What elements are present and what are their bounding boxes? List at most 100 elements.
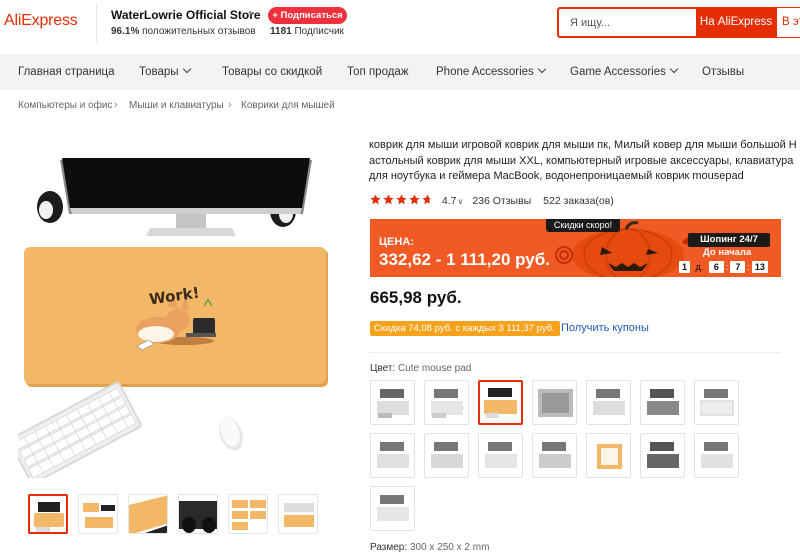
nav-game-accessories-label: Game Accessories [570,66,666,78]
color-value: Cute mouse pad [397,363,472,374]
half-star-icon [422,194,433,205]
thumbnail-3[interactable] [128,494,168,534]
color-swatch[interactable] [370,486,415,531]
subscribers-number: 1181 [270,26,292,37]
product-main-image[interactable]: Work! [8,128,348,485]
color-swatch[interactable] [370,433,415,478]
product-price: 665,98 руб. [370,288,462,307]
countdown: 1 д. 6:7:13 [679,261,768,273]
color-swatch[interactable] [640,433,685,478]
swatch-image [377,389,409,418]
get-coupons-link[interactable]: Получить купоны [561,321,649,336]
promo-price-range: 332,62 - 1 111,20 руб. [379,250,550,269]
positive-text: положительных отзывов [142,26,256,37]
nav-reviews-label: Отзывы [702,66,745,78]
nav-discounted[interactable]: Товары со скидкой [222,54,322,90]
star-icon [383,194,394,205]
star-icon [409,194,420,205]
countdown-seconds: 13 [751,261,768,273]
subscribe-button[interactable]: + Подписаться [268,7,347,24]
breadcrumb-mice-keyboards[interactable]: Мыши и клавиатуры [129,100,224,111]
nav-home-label: Главная страница [18,66,115,78]
product-title: коврик для мыши игровой коврик для мыши … [369,139,797,182]
thumbnail-image [83,503,115,528]
color-swatch[interactable] [586,380,631,425]
thumbnail-image [232,500,266,530]
search-in-store-button[interactable]: В этом [776,7,800,38]
nav-top-sales[interactable]: Топ продаж [347,54,409,90]
nav-top-sales-label: Топ продаж [347,66,409,78]
swatch-image [377,442,409,468]
rating-chevron-down-icon[interactable]: ∨ [458,197,464,206]
store-info-chevron-icon[interactable]: ● [248,8,253,17]
color-swatch-selected[interactable] [478,380,523,425]
discount-badge: Скидка 74,08 руб. с каждых 3 111,37 руб. [370,321,560,336]
store-nav: Главная страница Товары Товары со скидко… [0,54,800,90]
promo-banner[interactable]: Скидки скоро! ЦЕНА: 332,62 - 1 111,20 ру… [370,219,781,277]
thumbnail-1[interactable] [28,494,68,534]
swatch-image [539,442,571,468]
swatch-image [593,389,625,415]
color-swatch[interactable] [370,380,415,425]
rating-row: 4.7∨ 236 Отзывы 522 заказа(ов) [370,194,614,208]
size-label: Размер: 300 x 250 x 2 mm [370,542,489,553]
swatch-image [377,495,409,521]
nav-discounted-label: Товары со скидкой [222,66,323,78]
color-swatch[interactable] [478,433,523,478]
color-swatch[interactable] [640,380,685,425]
color-swatch[interactable] [532,380,577,425]
color-swatch[interactable] [694,433,739,478]
size-value: 300 x 250 x 2 mm [409,542,490,553]
countdown-separator: : [747,262,750,272]
divider [370,352,781,353]
nav-products[interactable]: Товары [139,54,191,90]
reviews-count[interactable]: 236 Отзывы [472,195,531,207]
color-swatch[interactable] [586,433,631,478]
countdown-separator: : [725,262,729,272]
subscribers-text: Подписчик [294,26,344,37]
star-icon [370,194,381,205]
thumbnail-5[interactable] [228,494,268,534]
color-swatch[interactable] [532,433,577,478]
store-positive-feedback: 96.1% положительных отзывов [111,26,256,37]
thumbnail-image [34,502,64,532]
color-label-text: Цвет: [370,363,396,374]
thumbnail-image [179,501,217,533]
positive-percent: 96.1% [111,26,140,37]
color-swatch[interactable] [424,380,469,425]
store-name[interactable]: WaterLowrie Official Store [111,8,261,22]
swatch-image [538,389,573,417]
thumbnail-image [284,503,314,527]
promo-tag: Скидки скоро! [546,219,620,232]
aliexpress-logo[interactable]: AliExpress [4,12,78,30]
nav-phone-accessories[interactable]: Phone Accessories [436,54,547,90]
swatch-image [597,444,622,469]
nav-products-label: Товары [139,66,179,78]
nav-reviews[interactable]: Отзывы [702,54,744,90]
search-input[interactable] [559,9,689,36]
thumbnail-2[interactable] [78,494,118,534]
store-header: AliExpress WaterLowrie Official Store ● … [0,0,800,46]
color-swatch[interactable] [424,433,469,478]
countdown-days-unit: д. [695,262,704,272]
thumbnail-4[interactable] [178,494,218,534]
nav-game-accessories[interactable]: Game Accessories [570,54,679,90]
swatch-image [700,389,734,416]
swatch-image [647,442,679,468]
swatch-image [647,389,679,415]
size-label-text: Размер: [370,542,408,553]
swatch-image [431,442,463,468]
color-label: Цвет: Cute mouse pad [370,363,471,374]
swatch-image [484,388,517,418]
chevron-down-icon [669,64,679,74]
star-icon [396,194,407,205]
thumbnail-image [129,495,167,533]
thumbnail-6[interactable] [278,494,318,534]
color-swatch[interactable] [694,380,739,425]
breadcrumb-mouse-pads[interactable]: Коврики для мышей [241,100,335,111]
nav-home[interactable]: Главная страница [18,54,115,90]
search-aliexpress-button[interactable]: На AliExpress [696,7,776,38]
breadcrumb-separator: › [228,99,232,111]
rating-value: 4.7 [441,195,457,207]
breadcrumb-computers[interactable]: Компьютеры и офис [18,100,112,111]
